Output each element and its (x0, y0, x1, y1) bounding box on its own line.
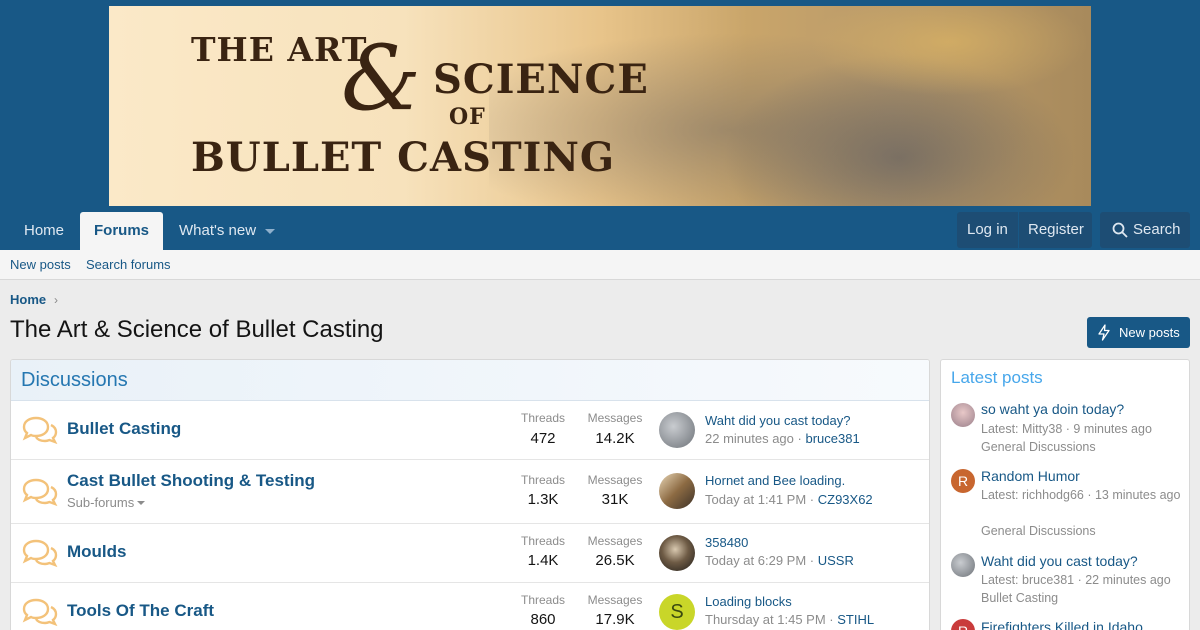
latest-time: Thursday at 1:45 PM (705, 612, 826, 627)
latest-thread-meta: Today at 1:41 PM · CZ93X62 (705, 492, 873, 507)
latest-post-meta: Latest: bruce381 · 22 minutes ago (981, 573, 1171, 587)
site-logo-banner[interactable]: THE ART & SCIENCE OF BULLET CASTING (109, 6, 1091, 206)
latest-post-link[interactable]: Random Humor (981, 468, 1186, 484)
latest-thread-meta: 22 minutes ago · bruce381 (705, 431, 860, 446)
divider (1018, 212, 1019, 248)
latest-post-link[interactable]: Waht did you cast today? (981, 553, 1186, 569)
forum-chat-icon (22, 539, 58, 568)
latest-time: Today at 6:29 PM (705, 553, 807, 568)
login-button[interactable]: Log in (967, 212, 1008, 248)
user-avatar[interactable]: S (659, 594, 695, 630)
threads-label: Threads (520, 411, 566, 425)
messages-label: Messages (587, 534, 643, 548)
nav-tab-home[interactable]: Home (10, 212, 78, 250)
latest-post-link[interactable]: so waht ya doin today? (981, 401, 1186, 417)
nav-tab-whats-new[interactable]: What's new (165, 212, 270, 250)
latest-thread-link[interactable]: Hornet and Bee loading. (705, 473, 845, 488)
breadcrumb-home[interactable]: Home (10, 292, 46, 307)
latest-thread-link[interactable]: 358480 (705, 535, 748, 550)
sub-nav: New posts Search forums (0, 250, 1200, 280)
latest-thread-link[interactable]: Waht did you cast today? (705, 413, 851, 428)
page-title: The Art & Science of Bullet Casting (10, 316, 384, 343)
latest-user-link[interactable]: STIHL (837, 612, 874, 627)
threads-count: 1.3K (527, 491, 559, 508)
latest-post-meta: Latest: richhodg66 · 13 minutes ago (981, 488, 1181, 502)
messages-label: Messages (587, 411, 643, 425)
chevron-down-icon[interactable] (137, 501, 145, 505)
messages-label: Messages (587, 593, 643, 607)
chevron-right-icon: › (54, 293, 58, 307)
lightning-bolt-icon (1098, 324, 1110, 341)
latest-user-link[interactable]: bruce381 (805, 431, 859, 446)
latest-time: 22 minutes ago (705, 431, 794, 446)
account-buttons: Log in Register (957, 212, 1092, 248)
latest-post-link[interactable]: Firefighters Killed in Idaho (981, 619, 1186, 630)
search-icon (1112, 222, 1128, 238)
forum-chat-icon (22, 478, 58, 507)
forum-row: Tools Of The Craft Threads 860 Messages … (11, 583, 929, 630)
latest-post-forum[interactable]: General Discussions (981, 438, 1186, 456)
messages-count: 31K (601, 491, 629, 508)
messages-label: Messages (587, 473, 643, 487)
latest-post-forum[interactable]: Bullet Casting (981, 589, 1186, 607)
latest-post-forum[interactable]: General Discussions (981, 522, 1186, 540)
messages-count: 26.5K (595, 552, 635, 569)
search-button[interactable]: Search (1100, 212, 1190, 248)
threads-count: 860 (530, 611, 556, 628)
threads-label: Threads (520, 593, 566, 607)
forum-title-link[interactable]: Moulds (67, 542, 127, 562)
subnav-search-forums-link[interactable]: Search forums (86, 257, 171, 272)
latest-posts-widget: Latest posts so waht ya doin today? Late… (940, 359, 1190, 630)
logo-text-line2: SCIENCE (433, 56, 649, 103)
logo-ampersand: & (341, 26, 422, 131)
user-avatar[interactable] (951, 553, 975, 577)
threads-label: Threads (520, 473, 566, 487)
site-header: THE ART & SCIENCE OF BULLET CASTING Home… (0, 0, 1200, 250)
subnav-new-posts-link[interactable]: New posts (10, 257, 71, 272)
forum-title-link[interactable]: Bullet Casting (67, 419, 181, 439)
latest-thread-link[interactable]: Loading blocks (705, 594, 792, 609)
latest-thread-meta: Today at 6:29 PM · USSR (705, 553, 854, 568)
forum-row: Moulds Threads 1.4K Messages 26.5K 35848… (11, 524, 929, 583)
latest-user-link[interactable]: USSR (818, 553, 854, 568)
user-avatar[interactable] (659, 412, 695, 448)
subforums-toggle[interactable]: Sub-forums (67, 495, 134, 510)
latest-posts-title[interactable]: Latest posts (951, 368, 1043, 388)
chevron-down-icon[interactable] (265, 229, 275, 234)
latest-user-link[interactable]: CZ93X62 (818, 492, 873, 507)
forum-title-link[interactable]: Cast Bullet Shooting & Testing (67, 471, 315, 491)
search-label: Search (1133, 221, 1181, 238)
forum-title-link[interactable]: Tools Of The Craft (67, 601, 214, 621)
threads-count: 472 (530, 430, 556, 447)
threads-count: 1.4K (527, 552, 559, 569)
nav-tab-forums[interactable]: Forums (80, 212, 164, 250)
forum-row: Bullet Casting Threads 472 Messages 14.2… (11, 401, 929, 460)
discussions-title[interactable]: Discussions (21, 369, 128, 392)
latest-time: Today at 1:41 PM (705, 492, 807, 507)
user-avatar[interactable]: R (951, 469, 975, 493)
main-nav: Home Forums What's new Log in Register S… (0, 212, 1200, 250)
logo-text-line4: BULLET CASTING (191, 134, 616, 181)
user-avatar[interactable] (659, 535, 695, 571)
user-avatar[interactable]: R (951, 619, 975, 630)
user-avatar[interactable] (951, 403, 975, 427)
logo-text-line3: OF (449, 104, 486, 130)
forum-row: Cast Bullet Shooting & Testing Sub-forum… (11, 460, 929, 524)
latest-post-meta: Latest: Mitty38 · 9 minutes ago (981, 422, 1152, 436)
messages-count: 17.9K (595, 611, 635, 628)
new-posts-button-label: New posts (1119, 325, 1180, 340)
register-button[interactable]: Register (1028, 212, 1084, 248)
new-posts-button[interactable]: New posts (1087, 317, 1190, 348)
threads-label: Threads (520, 534, 566, 548)
messages-count: 14.2K (595, 430, 635, 447)
forum-chat-icon (22, 598, 58, 627)
discussions-block: Discussions Bullet Casting Threads 472 M… (10, 359, 930, 630)
latest-thread-meta: Thursday at 1:45 PM · STIHL (705, 612, 875, 627)
user-avatar[interactable] (659, 473, 695, 509)
forum-chat-icon (22, 416, 58, 445)
discussions-header: Discussions (11, 360, 929, 401)
